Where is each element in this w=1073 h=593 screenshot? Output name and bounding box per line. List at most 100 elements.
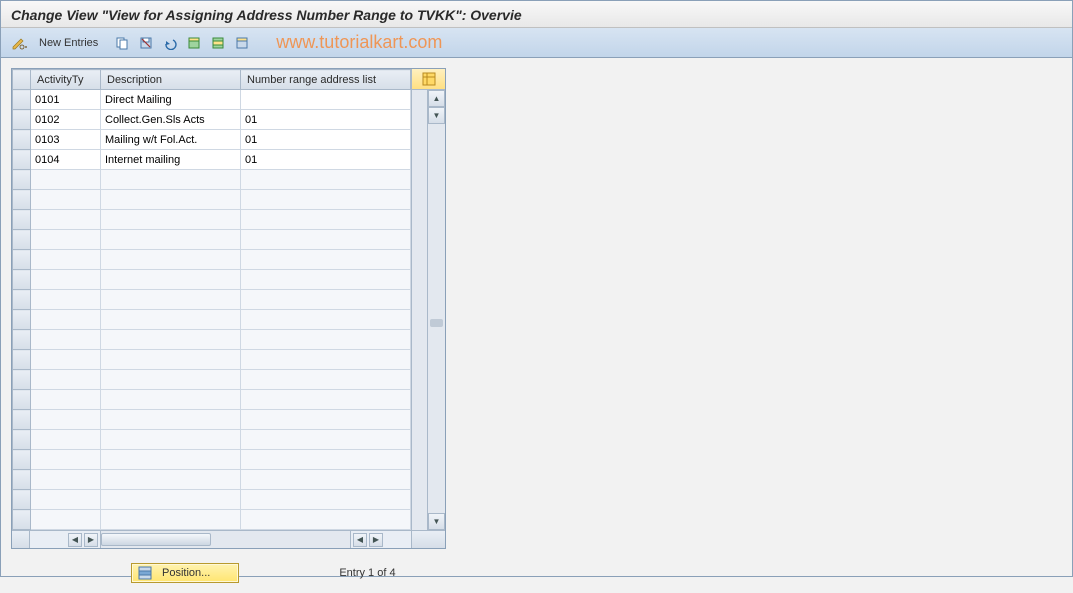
activity-cell[interactable]: 0103 — [31, 130, 101, 150]
row-selector[interactable] — [13, 490, 31, 510]
activity-cell[interactable] — [31, 390, 101, 410]
row-selector[interactable] — [13, 150, 31, 170]
activity-cell[interactable] — [31, 490, 101, 510]
number-range-cell[interactable] — [241, 410, 411, 430]
row-selector[interactable] — [13, 310, 31, 330]
row-selector[interactable] — [13, 250, 31, 270]
number-range-cell[interactable]: 01 — [241, 110, 411, 130]
description-cell[interactable] — [101, 250, 241, 270]
description-cell[interactable] — [101, 230, 241, 250]
description-cell[interactable] — [101, 210, 241, 230]
hscroll-left-button[interactable]: ◀ — [68, 533, 82, 547]
description-cell[interactable] — [101, 510, 241, 530]
row-selector[interactable] — [13, 230, 31, 250]
number-range-cell[interactable] — [241, 210, 411, 230]
row-selector[interactable] — [13, 290, 31, 310]
number-range-cell[interactable] — [241, 490, 411, 510]
number-range-cell[interactable] — [241, 250, 411, 270]
row-selector[interactable] — [13, 110, 31, 130]
description-cell[interactable]: Internet mailing — [101, 150, 241, 170]
description-cell[interactable] — [101, 470, 241, 490]
activity-column-header[interactable]: ActivityTy — [31, 70, 101, 90]
activity-cell[interactable] — [31, 350, 101, 370]
activity-cell[interactable] — [31, 290, 101, 310]
activity-cell[interactable] — [31, 190, 101, 210]
delete-button[interactable] — [136, 33, 156, 53]
activity-cell[interactable] — [31, 430, 101, 450]
description-cell[interactable]: Direct Mailing — [101, 90, 241, 110]
row-selector[interactable] — [13, 450, 31, 470]
activity-cell[interactable] — [31, 270, 101, 290]
description-cell[interactable] — [101, 350, 241, 370]
number-range-cell[interactable] — [241, 310, 411, 330]
activity-cell[interactable] — [31, 330, 101, 350]
position-button[interactable]: Position... — [131, 563, 239, 583]
toggle-change-display-button[interactable] — [9, 33, 29, 53]
description-cell[interactable] — [101, 190, 241, 210]
table-settings-button[interactable] — [412, 69, 445, 90]
activity-cell[interactable]: 0102 — [31, 110, 101, 130]
description-cell[interactable] — [101, 310, 241, 330]
number-range-cell[interactable] — [241, 230, 411, 250]
number-range-cell[interactable] — [241, 90, 411, 110]
number-range-cell[interactable] — [241, 470, 411, 490]
number-range-cell[interactable] — [241, 190, 411, 210]
row-selector[interactable] — [13, 190, 31, 210]
deselect-all-button[interactable] — [232, 33, 252, 53]
number-range-cell[interactable] — [241, 510, 411, 530]
undo-button[interactable] — [160, 33, 180, 53]
row-selector[interactable] — [13, 410, 31, 430]
number-range-cell[interactable] — [241, 270, 411, 290]
number-range-cell[interactable] — [241, 450, 411, 470]
number-range-cell[interactable] — [241, 430, 411, 450]
description-cell[interactable] — [101, 490, 241, 510]
activity-cell[interactable]: 0101 — [31, 90, 101, 110]
activity-cell[interactable] — [31, 450, 101, 470]
description-cell[interactable] — [101, 270, 241, 290]
number-range-cell[interactable] — [241, 350, 411, 370]
scroll-down-button[interactable]: ▼ — [428, 513, 445, 530]
number-range-cell[interactable] — [241, 290, 411, 310]
activity-cell[interactable] — [31, 510, 101, 530]
description-cell[interactable] — [101, 290, 241, 310]
row-selector[interactable] — [13, 350, 31, 370]
activity-cell[interactable] — [31, 470, 101, 490]
horizontal-scrollbar[interactable]: ◀ ▶ ◀ ▶ — [12, 530, 445, 548]
row-selector[interactable] — [13, 170, 31, 190]
new-entries-button[interactable]: New Entries — [33, 35, 104, 51]
number-range-cell[interactable]: 01 — [241, 150, 411, 170]
row-selector[interactable] — [13, 330, 31, 350]
row-selector[interactable] — [13, 430, 31, 450]
select-all-button[interactable] — [184, 33, 204, 53]
description-cell[interactable]: Mailing w/t Fol.Act. — [101, 130, 241, 150]
activity-cell[interactable] — [31, 230, 101, 250]
scroll-down-step-button[interactable]: ▼ — [428, 107, 445, 124]
row-selector[interactable] — [13, 370, 31, 390]
description-column-header[interactable]: Description — [101, 70, 241, 90]
number-range-cell[interactable] — [241, 330, 411, 350]
number-range-cell[interactable] — [241, 390, 411, 410]
hscroll-right-step-button[interactable]: ▶ — [84, 533, 98, 547]
hscroll-left-end-button[interactable]: ◀ — [353, 533, 367, 547]
select-column-header[interactable] — [13, 70, 31, 90]
description-cell[interactable] — [101, 330, 241, 350]
description-cell[interactable] — [101, 430, 241, 450]
activity-cell[interactable] — [31, 170, 101, 190]
hscroll-thumb[interactable] — [101, 533, 211, 546]
scroll-up-button[interactable]: ▲ — [428, 90, 445, 107]
activity-cell[interactable] — [31, 210, 101, 230]
activity-cell[interactable] — [31, 250, 101, 270]
activity-cell[interactable] — [31, 370, 101, 390]
description-cell[interactable] — [101, 170, 241, 190]
row-selector[interactable] — [13, 130, 31, 150]
description-cell[interactable] — [101, 390, 241, 410]
number-range-column-header[interactable]: Number range address list — [241, 70, 411, 90]
activity-cell[interactable]: 0104 — [31, 150, 101, 170]
row-selector[interactable] — [13, 210, 31, 230]
description-cell[interactable] — [101, 450, 241, 470]
row-selector[interactable] — [13, 90, 31, 110]
number-range-cell[interactable] — [241, 170, 411, 190]
row-selector[interactable] — [13, 510, 31, 530]
number-range-cell[interactable] — [241, 370, 411, 390]
hscroll-right-button[interactable]: ▶ — [369, 533, 383, 547]
